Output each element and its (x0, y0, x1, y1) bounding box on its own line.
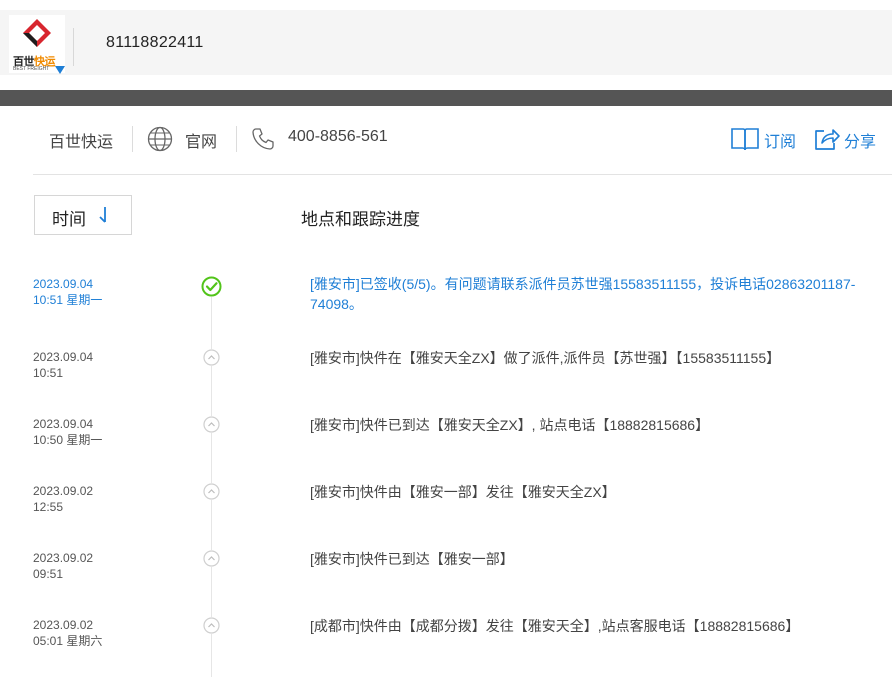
event-date: 2023.09.04 10:51 星期一 (33, 277, 103, 307)
event-text: [雅安市]快件已到达【雅安天全ZX】, 站点电话【18882815686】 (310, 417, 710, 433)
timeline-node-up-icon (203, 550, 220, 567)
event-text: [雅安市]快件已到达【雅安一部】 (310, 551, 514, 567)
best-freight-logo: 百世快运 BEST FREIGHT (9, 15, 65, 74)
time-sort-button[interactable]: 时间 (34, 195, 132, 235)
event-text: [成都市]快件由【成都分拨】发往【雅安天全】,站点客服电话【1888281568… (310, 618, 800, 634)
delivered-check-icon (201, 276, 222, 297)
carrier-name: 百世快运 (49, 134, 114, 151)
event-date: 2023.09.04 10:51 (33, 350, 94, 380)
logo-triangle-icon (55, 66, 65, 74)
header-rule (33, 174, 892, 175)
time-sort-label: 时间 (52, 210, 86, 229)
logo-subtitle: BEST FREIGHT (13, 66, 50, 72)
event-date: 2023.09.02 12:55 (33, 484, 94, 514)
tracking-number: 81118822411 (106, 34, 204, 51)
globe-icon[interactable] (147, 126, 173, 152)
event-date: 2023.09.04 10:50 星期一 (33, 417, 103, 447)
phone-icon (252, 128, 274, 150)
event-text: [雅安市]已签收(5/5)。有问题请联系派件员苏世强15583511155，投诉… (310, 276, 856, 312)
timeline-node-up-icon (203, 416, 220, 433)
logo-mark-icon (23, 19, 51, 47)
carrier-info-bar: 百世快运 官网 400-8856-561 订阅 分享 (0, 106, 892, 174)
event-text: [雅安市]快件由【雅安一部】发往【雅安天全ZX】 (310, 484, 616, 500)
timeline-node-up-icon (203, 349, 220, 366)
timeline-node-up-icon (203, 483, 220, 500)
subscribe-button[interactable]: 订阅 (764, 128, 796, 152)
top-bar: 百世快运 BEST FREIGHT 81118822411 (0, 10, 892, 75)
phone-number: 400-8856-561 (288, 128, 388, 145)
event-text: [雅安市]快件在【雅安天全ZX】做了派件,派件员【苏世强】【1558351115… (310, 350, 781, 366)
dark-divider-bar (0, 90, 892, 106)
share-icon[interactable] (813, 126, 841, 152)
sort-down-arrow-icon (99, 207, 106, 223)
progress-column-title: 地点和跟踪进度 (301, 210, 420, 229)
subscribe-book-icon[interactable] (730, 126, 760, 152)
header-divider (73, 28, 74, 66)
timeline-node-up-icon (203, 617, 220, 634)
website-link[interactable]: 官网 (185, 128, 217, 152)
share-button[interactable]: 分享 (844, 128, 876, 152)
event-date: 2023.09.02 05:01 星期六 (33, 618, 103, 648)
info-separator (236, 126, 237, 152)
info-separator (132, 126, 133, 152)
event-date: 2023.09.02 09:51 (33, 551, 94, 581)
